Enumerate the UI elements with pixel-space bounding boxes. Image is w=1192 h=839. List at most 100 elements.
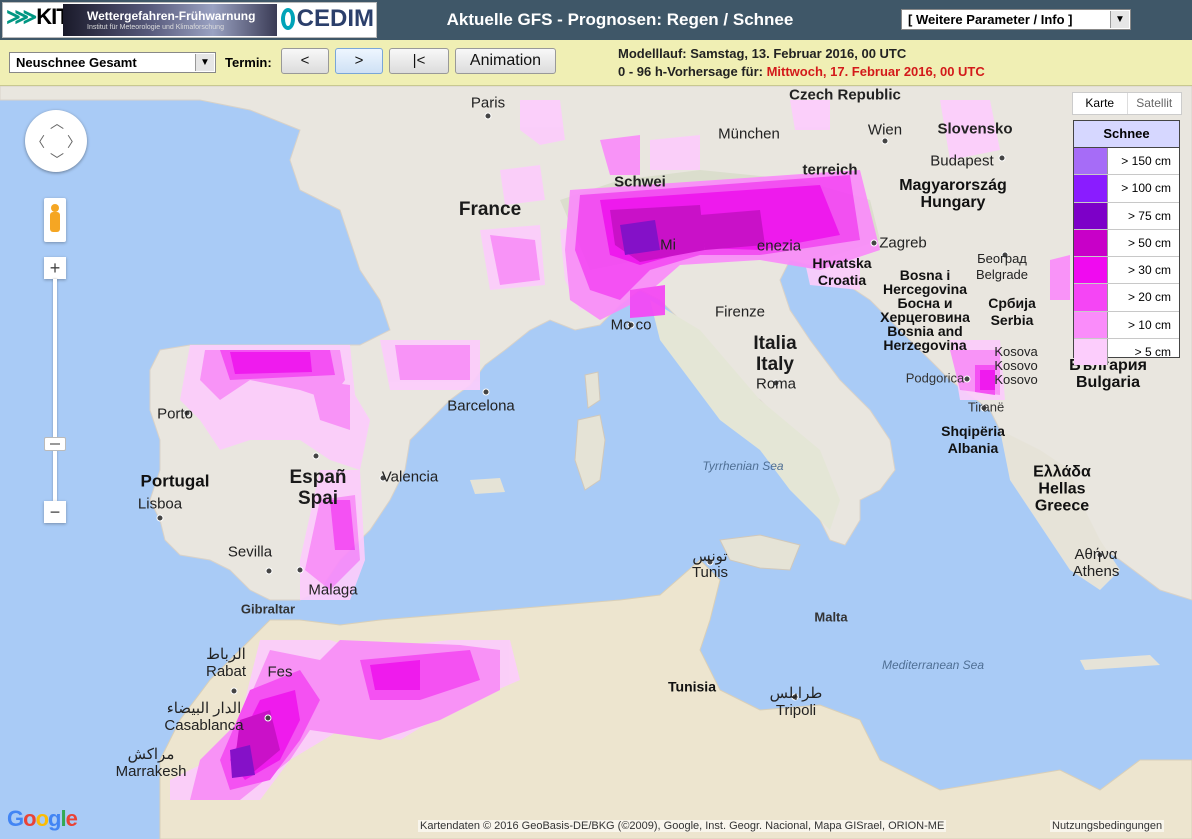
chevron-down-icon[interactable]: ▼ [195, 54, 214, 71]
variable-select[interactable]: Neuschnee Gesamt ▼ [9, 52, 216, 73]
label-gibraltar: Gibraltar [240, 601, 296, 617]
label-casablanca: الدار البيضاء Casablanca [164, 700, 244, 734]
label-croatia: Hrvatska Croatia [812, 255, 872, 288]
banner-subtitle: Institut für Meteorologie und Klimaforsc… [87, 24, 224, 31]
kit-logo[interactable]: ⋙KIT [6, 4, 70, 34]
legend-label: > 100 cm [1121, 181, 1171, 196]
header-bar: ⋙KIT Wettergefahren-Frühwarnung Institut… [0, 0, 1192, 40]
label-tripoli: طرابلس Tripoli [769, 685, 823, 719]
label-tunisia: Tunisia [668, 678, 716, 695]
first-button[interactable]: |< [389, 48, 449, 74]
termin-label: Termin: [225, 55, 272, 70]
forecast-text: 0 - 96 h-Vorhersage für: Mittwoch, 17. F… [618, 64, 985, 79]
label-paris: Paris [470, 94, 506, 112]
label-firenze: Firenze [714, 303, 766, 321]
legend-swatch [1074, 284, 1108, 311]
warning-banner: Wettergefahren-Frühwarnung Institut für … [63, 4, 277, 36]
legend-swatch [1074, 148, 1108, 175]
label-greece: Ελλάδα Hellas Greece [1033, 463, 1091, 515]
pan-control[interactable]: ︿ ﹀ 〈 〉 [25, 110, 87, 172]
map-type-satellit[interactable]: Satellit [1126, 93, 1182, 114]
chevron-down-icon[interactable]: ▼ [1110, 11, 1129, 28]
map-type-karte[interactable]: Karte [1073, 93, 1127, 114]
street-view-pegman-icon[interactable] [44, 198, 66, 242]
cedim-ring-icon [281, 8, 295, 30]
legend-row: > 5 cm [1074, 339, 1179, 366]
zoom-slider-track[interactable] [53, 279, 57, 501]
map-type-control: Karte Satellit [1072, 92, 1182, 115]
label-monaco: Mo co [610, 316, 652, 334]
label-fes: Fes [267, 663, 293, 681]
label-czech-republic: Czech Republic [789, 86, 901, 104]
snow-legend: Schnee > 150 cm > 100 cm > 75 cm > 50 cm… [1073, 120, 1180, 366]
label-munchen: München [718, 125, 780, 143]
legend-swatch [1074, 339, 1108, 366]
label-bosnia: Bosna i Hercegovina Босна и Херцеговина … [880, 267, 970, 353]
label-schweiz: Schwei [614, 173, 666, 191]
label-venezia: enezia [756, 237, 802, 255]
model-run-text: Modelllauf: Samstag, 13. Februar 2016, 0… [618, 46, 907, 61]
legend-row: > 50 cm [1074, 229, 1179, 258]
label-mediterranean-sea: Mediterranean Sea [881, 658, 985, 672]
map-attribution: Kartendaten © 2016 GeoBasis-DE/BKG (©200… [418, 820, 947, 832]
label-italy: Italia Italy [753, 333, 797, 375]
legend-swatch [1074, 311, 1108, 339]
label-hungary: Magyarország Hungary [899, 177, 1007, 211]
label-slovakia: Slovensko [937, 120, 1013, 138]
previous-button[interactable]: < [281, 48, 329, 74]
forecast-date: Mittwoch, 17. Februar 2016, 00 UTC [766, 64, 985, 79]
legend-row: > 20 cm [1074, 284, 1179, 312]
terms-link[interactable]: Nutzungsbedingungen [1050, 820, 1165, 832]
pan-left-icon[interactable]: 〈 [31, 132, 45, 152]
banner-title: Wettergefahren-Frühwarnung [87, 9, 256, 23]
control-bar: Neuschnee Gesamt ▼ Termin: < > |< Animat… [0, 40, 1192, 86]
legend-label: > 5 cm [1134, 345, 1171, 360]
label-belgrade: Београд Belgrade [975, 251, 1029, 282]
legend-label: > 20 cm [1127, 290, 1171, 305]
label-malaga: Malaga [308, 581, 358, 599]
legend-swatch [1074, 257, 1108, 284]
label-porto: Porto [157, 405, 193, 423]
label-budapest: Budapest [930, 152, 994, 170]
pan-up-icon[interactable]: ︿ [50, 113, 64, 133]
label-portugal: Portugal [140, 471, 210, 491]
label-barcelona: Barcelona [447, 397, 515, 415]
legend-row: > 150 cm [1074, 148, 1179, 176]
legend-row: > 100 cm [1074, 175, 1179, 203]
cedim-logo[interactable]: CEDIM [281, 4, 374, 34]
label-wien: Wien [867, 121, 903, 139]
label-sevilla: Sevilla [227, 543, 273, 561]
label-lisboa: Lisboa [137, 495, 183, 513]
pan-down-icon[interactable]: ﹀ [50, 150, 64, 170]
label-tirane: Tiranë [967, 399, 1005, 415]
parameter-select-value: [ Weitere Parameter / Info ] [908, 12, 1073, 27]
label-podgorica: Podgorica [905, 370, 965, 386]
label-kosovo: Kosova Kosovo Kosovo [994, 344, 1038, 387]
label-valencia: Valencia [381, 468, 439, 486]
pan-right-icon[interactable]: 〉 [67, 132, 81, 152]
label-tunis: تونس Tunis [691, 548, 729, 581]
label-espana: Españ Spai [289, 467, 347, 509]
next-button[interactable]: > [335, 48, 383, 74]
legend-row: > 30 cm [1074, 257, 1179, 285]
zoom-slider-thumb[interactable] [44, 437, 66, 451]
legend-label: > 10 cm [1127, 317, 1171, 332]
zoom-in-button[interactable]: + [44, 257, 66, 279]
parameter-select[interactable]: [ Weitere Parameter / Info ] ▼ [901, 9, 1131, 30]
legend-title: Schnee [1074, 121, 1179, 148]
legend-row: > 10 cm [1074, 311, 1179, 340]
animation-button[interactable]: Animation [455, 48, 556, 74]
legend-swatch [1074, 175, 1108, 202]
label-zagreb: Zagreb [879, 234, 927, 252]
zoom-out-button[interactable]: − [44, 501, 66, 523]
label-rabat: الرباط Rabat [205, 646, 247, 680]
variable-select-value: Neuschnee Gesamt [16, 55, 137, 70]
map-canvas[interactable]: Paris Czech Republic München Wien Sloven… [0, 86, 1192, 839]
legend-row: > 75 cm [1074, 202, 1179, 230]
google-logo: Google [7, 806, 78, 831]
legend-swatch [1074, 229, 1108, 257]
legend-label: > 150 cm [1121, 154, 1171, 168]
legend-swatch [1074, 202, 1108, 229]
page-title: Aktuelle GFS - Prognosen: Regen / Schnee [446, 10, 794, 29]
legend-label: > 75 cm [1127, 208, 1171, 223]
